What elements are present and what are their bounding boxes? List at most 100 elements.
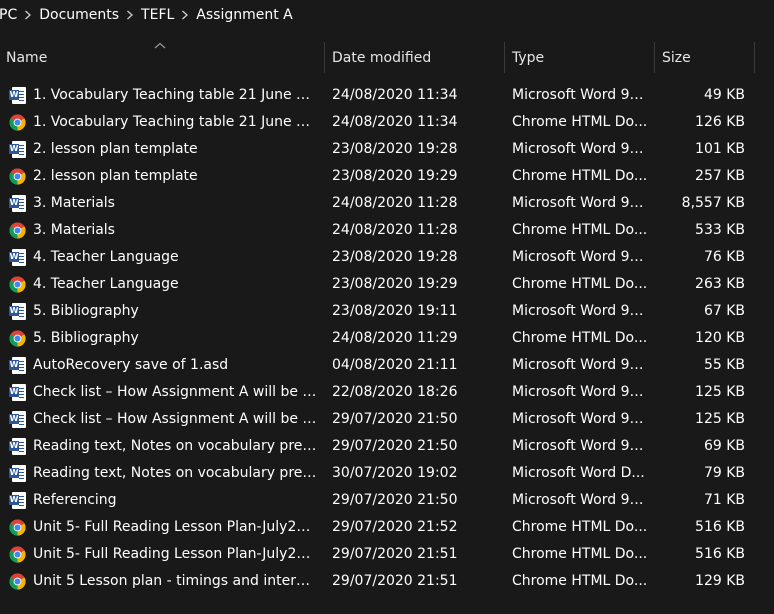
- file-row[interactable]: 2. lesson plan template 23/08/2020 19:29 C…: [0, 163, 774, 190]
- file-size: 126 KB: [695, 114, 745, 130]
- column-header-date-modified[interactable]: Date modified: [326, 40, 504, 75]
- file-name: 3. Materials: [33, 222, 115, 238]
- file-row[interactable]: 4. Teacher Language 23/08/2020 19:29 Chrom…: [0, 271, 774, 298]
- file-type: Microsoft Word 97...: [512, 141, 648, 157]
- breadcrumb-item-tefl[interactable]: TEFL: [141, 7, 174, 23]
- file-name: 5. Bibliography: [33, 330, 139, 346]
- file-date-modified: 04/08/2020 21:11: [332, 357, 458, 373]
- file-row[interactable]: 5. Bibliography 24/08/2020 11:29 Chrome HT…: [0, 325, 774, 352]
- column-header-name[interactable]: Name: [0, 40, 324, 75]
- chrome-html-icon: [9, 330, 26, 347]
- column-header-size[interactable]: Size: [656, 40, 754, 75]
- word-document-icon: W: [9, 303, 26, 320]
- file-row[interactable]: Unit 5 Lesson plan - timings and interac…: [0, 568, 774, 595]
- word-document-icon: W: [9, 87, 26, 104]
- file-type: Chrome HTML Do...: [512, 168, 648, 184]
- file-row[interactable]: Unit 5- Full Reading Lesson Plan-July202…: [0, 541, 774, 568]
- file-type: Chrome HTML Do...: [512, 276, 648, 292]
- breadcrumb: PC Documents TEFL Assignment A: [0, 0, 774, 30]
- file-row[interactable]: W Reading text, Notes on vocabulary pre-t…: [0, 460, 774, 487]
- file-size: 516 KB: [695, 519, 745, 535]
- file-row[interactable]: W 5. Bibliography 23/08/2020 19:11 Microsof…: [0, 298, 774, 325]
- chevron-right-icon[interactable]: [17, 0, 39, 30]
- file-size: 69 KB: [703, 438, 745, 454]
- file-type: Microsoft Word 97...: [512, 492, 648, 508]
- file-row[interactable]: W 2. lesson plan template 23/08/2020 19:28…: [0, 136, 774, 163]
- file-name: Unit 5- Full Reading Lesson Plan-July202…: [33, 546, 318, 562]
- column-divider[interactable]: [504, 42, 505, 73]
- file-date-modified: 24/08/2020 11:34: [332, 114, 458, 130]
- word-document-icon: W: [9, 384, 26, 401]
- file-name: Referencing: [33, 492, 117, 508]
- file-name: Reading text, Notes on vocabulary pre-te…: [33, 438, 318, 454]
- chrome-html-icon: [9, 519, 26, 536]
- file-row[interactable]: 1. Vocabulary Teaching table 21 June 201…: [0, 109, 774, 136]
- file-type: Microsoft Word 97...: [512, 87, 648, 103]
- file-row[interactable]: W 3. Materials 24/08/2020 11:28 Microsoft W…: [0, 190, 774, 217]
- breadcrumb-item-documents[interactable]: Documents: [39, 7, 119, 23]
- file-type: Microsoft Word 97...: [512, 438, 648, 454]
- chevron-right-icon[interactable]: [119, 0, 141, 30]
- file-type: Chrome HTML Do...: [512, 222, 648, 238]
- chrome-html-icon: [9, 276, 26, 293]
- column-divider[interactable]: [654, 42, 655, 73]
- file-date-modified: 22/08/2020 18:26: [332, 384, 458, 400]
- word-document-icon: W: [9, 357, 26, 374]
- word-document-icon: W: [9, 411, 26, 428]
- file-name: Unit 5- Full Reading Lesson Plan-July202…: [33, 519, 318, 535]
- file-date-modified: 23/08/2020 19:29: [332, 276, 458, 292]
- file-name: 4. Teacher Language: [33, 276, 179, 292]
- file-date-modified: 29/07/2020 21:50: [332, 492, 458, 508]
- file-date-modified: 29/07/2020 21:50: [332, 411, 458, 427]
- word-document-icon: W: [9, 141, 26, 158]
- chrome-html-icon: [9, 546, 26, 563]
- column-header-type[interactable]: Type: [506, 40, 654, 75]
- file-name: 4. Teacher Language: [33, 249, 179, 265]
- file-row[interactable]: W Check list – How Assignment A will be a…: [0, 379, 774, 406]
- file-row[interactable]: W Reading text, Notes on vocabulary pre-t…: [0, 433, 774, 460]
- file-row[interactable]: 3. Materials 24/08/2020 11:28 Chrome HTML …: [0, 217, 774, 244]
- file-row[interactable]: W 1. Vocabulary Teaching table 21 June 20…: [0, 82, 774, 109]
- chevron-right-icon[interactable]: [174, 0, 196, 30]
- file-name: Check list – How Assignment A will be as…: [33, 384, 318, 400]
- file-name: 1. Vocabulary Teaching table 21 June 201…: [33, 114, 318, 130]
- file-size: 8,557 KB: [681, 195, 745, 211]
- file-date-modified: 29/07/2020 21:51: [332, 546, 458, 562]
- file-row[interactable]: W Referencing 29/07/2020 21:50 Microsoft Wo…: [0, 487, 774, 514]
- column-header-date-label: Date modified: [332, 49, 432, 66]
- column-header-size-label: Size: [662, 49, 691, 66]
- column-divider[interactable]: [324, 42, 325, 73]
- file-size: 120 KB: [695, 330, 745, 346]
- chrome-html-icon: [9, 168, 26, 185]
- file-size: 79 KB: [703, 465, 745, 481]
- file-size: 67 KB: [703, 303, 745, 319]
- file-type: Chrome HTML Do...: [512, 519, 648, 535]
- column-divider[interactable]: [754, 42, 755, 73]
- file-date-modified: 23/08/2020 19:29: [332, 168, 458, 184]
- file-date-modified: 24/08/2020 11:28: [332, 195, 458, 211]
- chrome-html-icon: [9, 114, 26, 131]
- breadcrumb-item-pc[interactable]: PC: [0, 7, 17, 23]
- file-date-modified: 24/08/2020 11:29: [332, 330, 458, 346]
- file-row[interactable]: W AutoRecovery save of 1.asd 04/08/2020 21…: [0, 352, 774, 379]
- file-type: Microsoft Word 97...: [512, 357, 648, 373]
- chrome-html-icon: [9, 573, 26, 590]
- file-row[interactable]: W Check list – How Assignment A will be a…: [0, 406, 774, 433]
- file-size: 71 KB: [703, 492, 745, 508]
- file-row[interactable]: W 4. Teacher Language 23/08/2020 19:28 Micr…: [0, 244, 774, 271]
- file-size: 76 KB: [703, 249, 745, 265]
- file-name: 3. Materials: [33, 195, 115, 211]
- file-type: Chrome HTML Do...: [512, 546, 648, 562]
- file-name: 2. lesson plan template: [33, 141, 198, 157]
- file-type: Microsoft Word 97...: [512, 195, 648, 211]
- file-date-modified: 23/08/2020 19:11: [332, 303, 458, 319]
- chrome-html-icon: [9, 222, 26, 239]
- file-list: W 1. Vocabulary Teaching table 21 June 20…: [0, 82, 774, 595]
- file-size: 125 KB: [695, 411, 745, 427]
- file-size: 129 KB: [695, 573, 745, 589]
- file-type: Microsoft Word 97...: [512, 411, 648, 427]
- word-document-icon: W: [9, 465, 26, 482]
- file-row[interactable]: Unit 5- Full Reading Lesson Plan-July202…: [0, 514, 774, 541]
- breadcrumb-item-assignment-a[interactable]: Assignment A: [196, 7, 292, 23]
- file-size: 101 KB: [695, 141, 745, 157]
